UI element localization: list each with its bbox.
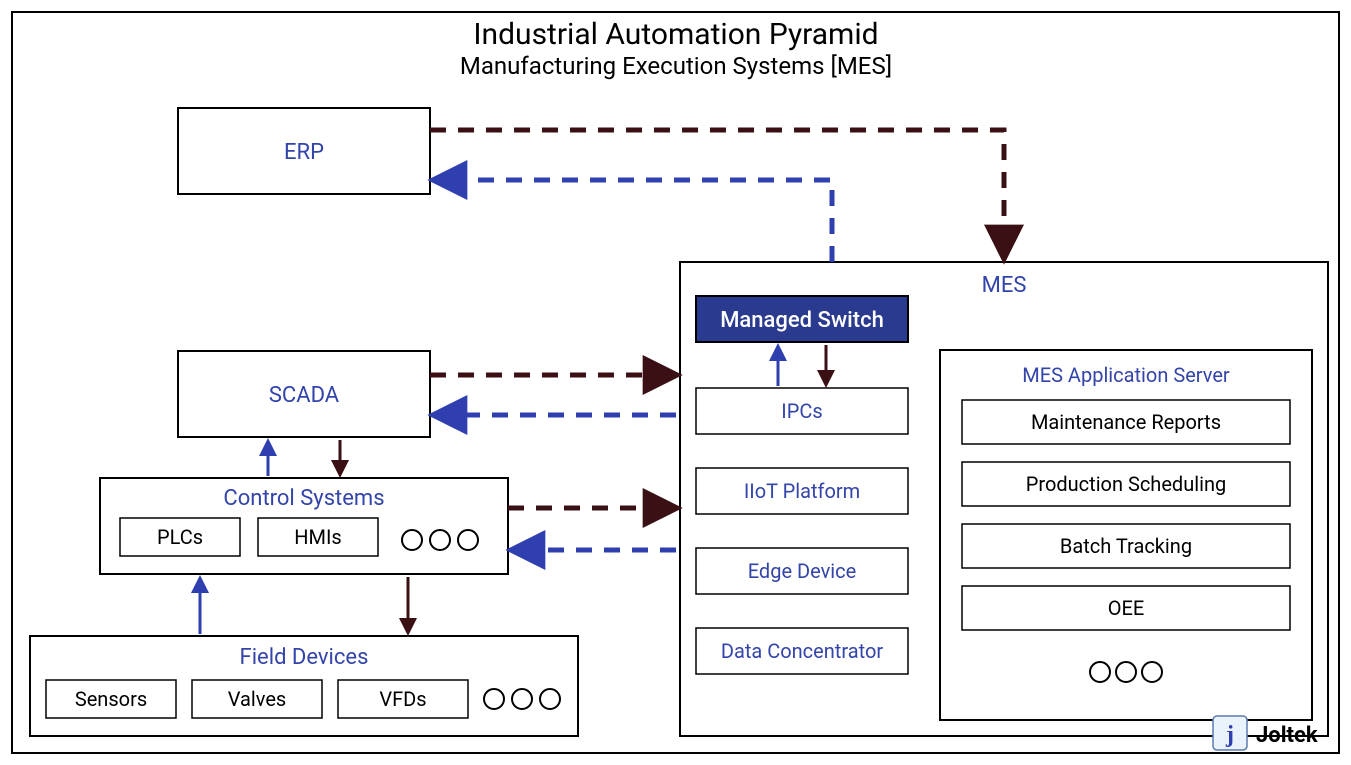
- mes-app-item-label: Production Scheduling: [1026, 472, 1226, 496]
- mes-left-item-label: Data Concentrator: [721, 639, 884, 663]
- mes-left-item-label: IIoT Platform: [744, 479, 860, 503]
- field-valves-label: Valves: [228, 687, 287, 711]
- brand-label: Joltek: [1256, 723, 1318, 748]
- diagram-subtitle: Manufacturing Execution Systems [MES]: [460, 52, 892, 80]
- diagram-title: Industrial Automation Pyramid: [473, 17, 878, 52]
- mes-title: MES: [982, 273, 1027, 298]
- mes-app-item-label: OEE: [1108, 596, 1145, 620]
- control-hmis-label: HMIs: [294, 525, 342, 549]
- mes-app-item-label: Maintenance Reports: [1031, 410, 1221, 434]
- control-systems-title: Control Systems: [223, 486, 384, 511]
- field-vfds-label: VFDs: [379, 687, 426, 711]
- control-plcs-label: PLCs: [157, 525, 203, 549]
- mes-left-item-label: IPCs: [781, 399, 822, 423]
- svg-text:j: j: [1225, 722, 1234, 748]
- mes-left-item-label: Edge Device: [748, 559, 857, 583]
- managed-switch-label: Managed Switch: [720, 308, 884, 333]
- erp-label: ERP: [284, 140, 324, 165]
- mes-app-server-title: MES Application Server: [1022, 363, 1230, 387]
- field-devices-title: Field Devices: [240, 645, 369, 670]
- mes-app-item-label: Batch Tracking: [1060, 534, 1192, 558]
- scada-label: SCADA: [269, 383, 340, 408]
- field-sensors-label: Sensors: [75, 687, 147, 711]
